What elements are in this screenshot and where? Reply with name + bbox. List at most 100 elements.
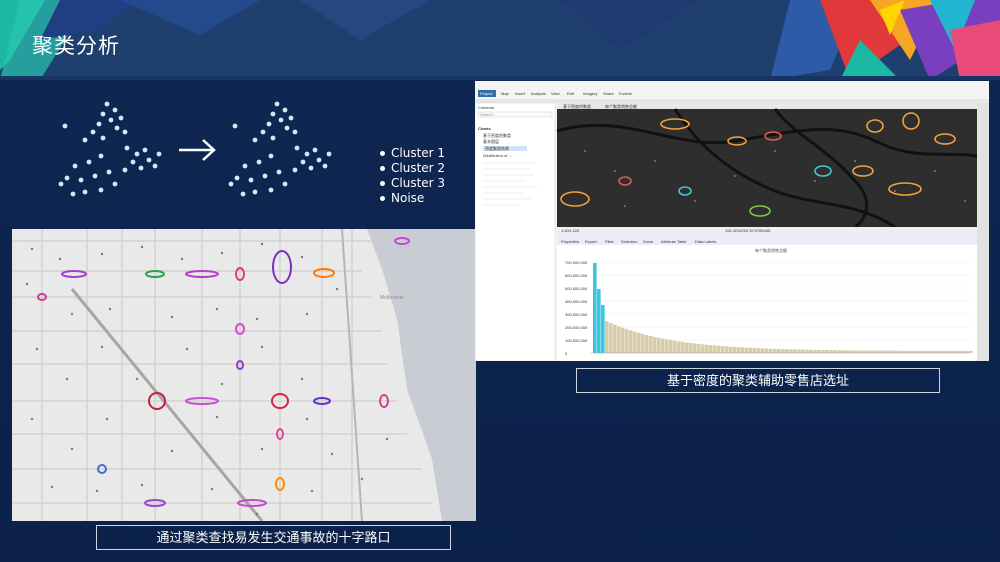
svg-text:Format: Format [619,91,633,96]
chart-bar [613,324,617,353]
svg-text:View: View [551,91,560,96]
chart-bar [733,346,737,353]
chart-bar [705,344,709,353]
chart-bar [605,321,609,353]
chart-bar [949,350,953,353]
chart-bar [841,350,845,353]
svg-text:500,000,000: 500,000,000 [565,286,588,291]
chart-bar [893,350,897,353]
chart-bar [641,333,645,353]
chart-bar [865,350,869,353]
chart-bar [937,350,941,353]
chart-bar [717,345,721,353]
chart-bar [721,346,725,353]
chart-bar [793,349,797,353]
chart-bar [941,350,945,353]
chart-bar [621,327,625,353]
chart-bar [777,348,781,353]
svg-text:基于密度的聚类: 基于密度的聚类 [483,132,511,138]
slide: 聚类分析 Cluster 1 Cluster 2 Cluster 3 Noise… [0,0,1000,562]
gis-app-window: Project Map Insert Analysis View Edit Im… [475,81,989,361]
chart-bar [701,344,705,353]
chart-bar [901,350,905,353]
chart-bar [593,263,597,353]
legend-cluster-2: Cluster 2 [380,161,445,175]
svg-text:200,000,000: 200,000,000 [565,325,588,330]
chart-bar [905,350,909,353]
svg-text:每个聚类销售总额: 每个聚类销售总额 [755,247,787,253]
chart-bar [801,349,805,353]
chart-bar [929,350,933,353]
chart-bar [849,350,853,353]
chart-bar [933,350,937,353]
chart-bar [781,349,785,353]
slide-title: 聚类分析 [32,34,120,58]
chart-bar [729,346,733,353]
chart-bar [737,347,741,353]
chart-bar [741,347,745,353]
svg-text:Attribute Table: Attribute Table [661,239,687,244]
chart-bar [765,348,769,353]
svg-text:Distribution of ...: Distribution of ... [483,153,512,158]
chart-bar [665,339,669,353]
svg-text:密度聚类结果: 密度聚类结果 [485,145,509,151]
chart-bar [805,349,809,353]
chart-bar [965,350,969,353]
svg-text:Data Labels: Data Labels [695,239,716,244]
chart-bar [645,335,649,353]
chart-bar [681,341,685,353]
chart-bar [745,347,749,353]
chart-bar [857,350,861,353]
svg-text:Selection: Selection [621,239,637,244]
svg-text:Edit: Edit [567,91,575,96]
legend-cluster-3: Cluster 3 [380,176,445,190]
chart-bar [861,350,865,353]
svg-text:100,000,000: 100,000,000 [565,338,588,343]
chart-bar [749,347,753,353]
chart-bar [917,350,921,353]
chart-bar [945,350,949,353]
chart-bar [825,350,829,353]
svg-text:600,000,000: 600,000,000 [565,273,588,278]
chart-bar [881,350,885,353]
chart-bar [753,348,757,353]
chart-bar [685,342,689,353]
svg-text:Contents: Contents [478,105,494,110]
chart-bar [837,350,841,353]
svg-text:400,000,000: 400,000,000 [565,299,588,304]
chart-bar [713,345,717,353]
svg-text:Insert: Insert [515,91,526,96]
chart-bar [649,335,653,353]
chart-bar [961,350,965,353]
chart-bar [597,289,601,353]
chart-bar [885,350,889,353]
svg-text:Melbourne: Melbourne [380,295,404,301]
svg-text:116.3210254 39.9785445: 116.3210254 39.9785445 [725,228,771,233]
chart-bar [789,349,793,353]
chart-bar [845,350,849,353]
svg-text:300,000,000: 300,000,000 [565,312,588,317]
chart-bar [889,350,893,353]
chart-bar [829,350,833,353]
traffic-accident-map: Melbourne [12,229,476,521]
svg-text:每个聚类销售总额: 每个聚类销售总额 [605,103,637,109]
chart-bar [809,349,813,353]
arrow-icon [179,139,216,161]
chart-bar [601,305,605,353]
chart-bar [873,350,877,353]
svg-text:Charts: Charts [478,126,491,131]
svg-text:Properties: Properties [561,239,579,244]
chart-bar [669,340,673,353]
chart-bar [925,350,929,353]
chart-bar [913,350,917,353]
chart-bar [757,348,761,353]
chart-bar [617,326,621,353]
chart-bar [633,331,637,353]
svg-text:Export: Export [585,239,597,244]
svg-text:基于密度的聚类: 基于密度的聚类 [563,103,591,109]
svg-text:Zoom: Zoom [643,239,654,244]
chart-bar [817,349,821,353]
chart-bar [921,350,925,353]
chart-bar [761,348,765,353]
map-caption: 通过聚类查找易发生交通事故的十字路口 [96,525,451,550]
